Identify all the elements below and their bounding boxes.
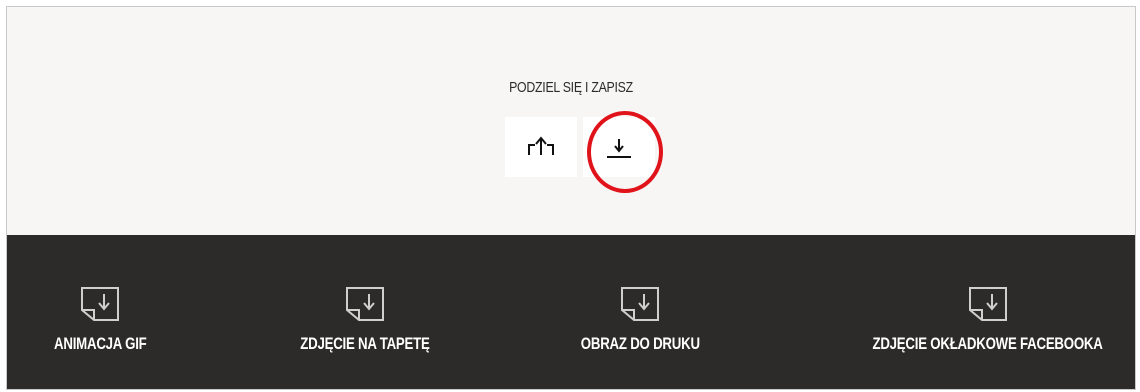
download-button[interactable] — [583, 117, 655, 177]
share-icon — [528, 136, 554, 155]
download-item-label: ZDJĘCIE NA TAPETĘ — [300, 334, 430, 353]
file-download-icon — [346, 287, 384, 321]
download-item-label: OBRAZ DO DRUKU — [580, 334, 700, 353]
download-item-wallpaper[interactable]: ZDJĘCIE NA TAPETĘ — [280, 286, 450, 354]
download-item-label: ZDJĘCIE OKŁADKOWE FACEBOOKA — [872, 334, 1104, 353]
download-item-facebook-cover[interactable]: ZDJĘCIE OKŁADKOWE FACEBOOKA — [838, 286, 1138, 354]
download-icon — [607, 139, 631, 158]
download-item-gif[interactable]: ANIMACJA GIF — [40, 286, 160, 354]
file-download-icon — [81, 287, 119, 321]
file-download-icon — [621, 287, 659, 321]
download-item-label: ANIMACJA GIF — [53, 334, 147, 353]
share-button[interactable] — [505, 117, 577, 177]
download-item-print[interactable]: OBRAZ DO DRUKU — [560, 286, 720, 354]
share-button-group — [505, 117, 667, 177]
file-download-icon — [969, 287, 1007, 321]
share-section: PODZIEL SIĘ I ZAPISZ — [7, 7, 1135, 235]
share-title: PODZIEL SIĘ I ZAPISZ — [509, 79, 633, 96]
